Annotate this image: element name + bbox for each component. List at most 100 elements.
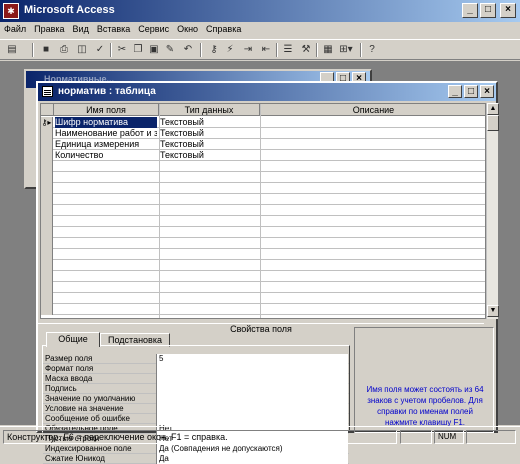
grid-vertical-scrollbar[interactable]: ▲ ▼	[486, 103, 499, 319]
field-name-cell[interactable]: Наименование работ и затр	[55, 128, 157, 139]
empty-table-row[interactable]	[41, 172, 485, 183]
menu-edit[interactable]: Правка	[30, 22, 68, 36]
empty-table-row[interactable]	[41, 249, 485, 260]
row-selector[interactable]	[41, 271, 53, 282]
scroll-down-arrow-icon[interactable]: ▼	[487, 305, 499, 317]
menu-window[interactable]: Окно	[173, 22, 202, 36]
row-selector[interactable]	[41, 249, 53, 260]
undo-icon[interactable]: ↶	[180, 42, 196, 58]
table-maximize-button[interactable]: □	[464, 85, 478, 98]
property-row[interactable]: Значение по умолчанию	[43, 394, 349, 404]
save-icon[interactable]: ■	[38, 42, 54, 58]
primary-key-icon[interactable]: ⚷	[206, 42, 222, 58]
primary-key-row-selector[interactable]: ⚷▸	[41, 117, 53, 128]
property-row[interactable]: Формат поля	[43, 364, 349, 374]
access-key-icon[interactable]: ✱	[3, 3, 19, 19]
row-selector[interactable]	[41, 238, 53, 249]
empty-table-row[interactable]	[41, 161, 485, 172]
property-value[interactable]	[156, 404, 348, 414]
empty-table-row[interactable]	[41, 227, 485, 238]
empty-table-row[interactable]	[41, 238, 485, 249]
data-type-cell[interactable]: Текстовый	[160, 128, 258, 139]
menu-file[interactable]: Файл	[0, 22, 30, 36]
paste-icon[interactable]: ▣	[146, 42, 162, 58]
row-selector[interactable]	[41, 161, 53, 172]
row-selector[interactable]	[41, 260, 53, 271]
database-window-icon[interactable]: ▦	[320, 42, 336, 58]
empty-table-row[interactable]	[41, 183, 485, 194]
property-value[interactable]	[156, 374, 348, 384]
preview-icon[interactable]: ◫	[74, 42, 90, 58]
column-header-description[interactable]: Описание	[260, 104, 485, 116]
data-type-cell[interactable]: Текстовый	[160, 150, 258, 161]
field-name-cell[interactable]: Шифр норматива	[55, 117, 157, 128]
property-value[interactable]	[156, 394, 348, 404]
tab-general[interactable]: Общие	[46, 332, 100, 347]
row-selector[interactable]	[41, 282, 53, 293]
empty-table-row[interactable]	[41, 282, 485, 293]
new-object-icon[interactable]: ⊞▾	[338, 42, 354, 58]
print-icon[interactable]: ⎙	[56, 42, 72, 58]
property-row[interactable]: Подпись	[43, 384, 349, 394]
property-value[interactable]	[156, 414, 348, 424]
empty-table-row[interactable]	[41, 293, 485, 304]
column-header-field-name[interactable]: Имя поля	[54, 104, 159, 116]
empty-table-row[interactable]	[41, 271, 485, 282]
row-selector[interactable]	[41, 139, 53, 150]
close-button[interactable]: ×	[500, 3, 516, 18]
copy-icon[interactable]: ❐	[130, 42, 146, 58]
data-type-cell[interactable]: Текстовый	[160, 117, 258, 128]
table-row[interactable]: Количество Текстовый	[41, 150, 485, 161]
property-row[interactable]: Условие на значение	[43, 404, 349, 414]
empty-table-row[interactable]	[41, 216, 485, 227]
empty-table-row[interactable]	[41, 205, 485, 216]
scrollbar-thumb[interactable]	[487, 115, 499, 131]
format-painter-icon[interactable]: ✎	[162, 42, 178, 58]
row-selector[interactable]	[41, 194, 53, 205]
row-selector[interactable]	[41, 172, 53, 183]
field-name-cell[interactable]: Количество	[55, 150, 157, 161]
row-selector[interactable]	[41, 216, 53, 227]
field-name-cell[interactable]: Единица измерения	[55, 139, 157, 150]
property-row[interactable]: Сжатие Юникод Да	[43, 454, 349, 464]
table-minimize-button[interactable]: _	[448, 85, 462, 98]
menu-tools[interactable]: Сервис	[134, 22, 173, 36]
build-icon[interactable]: ⚒	[298, 42, 314, 58]
row-selector[interactable]	[41, 150, 53, 161]
row-selector[interactable]	[41, 304, 53, 315]
properties-icon[interactable]: ☰	[280, 42, 296, 58]
row-selector[interactable]	[41, 293, 53, 304]
view-icon[interactable]: ▤	[4, 42, 20, 58]
delete-rows-icon[interactable]: ⇤	[258, 42, 274, 58]
menu-view[interactable]: Вид	[69, 22, 93, 36]
row-selector[interactable]	[41, 205, 53, 216]
scroll-up-arrow-icon[interactable]: ▲	[487, 103, 499, 115]
insert-rows-icon[interactable]: ⇥	[240, 42, 256, 58]
table-row[interactable]: Наименование работ и затр Текстовый	[41, 128, 485, 139]
help-icon[interactable]: ?	[364, 42, 380, 58]
row-selector[interactable]	[41, 128, 53, 139]
indexes-icon[interactable]: ⚡	[222, 42, 238, 58]
cut-icon[interactable]: ✂	[114, 42, 130, 58]
row-selector[interactable]	[41, 183, 53, 194]
maximize-button[interactable]: □	[480, 3, 496, 18]
minimize-button[interactable]: _	[462, 3, 478, 18]
spelling-icon[interactable]: ✓	[92, 42, 108, 58]
column-header-data-type[interactable]: Тип данных	[159, 104, 260, 116]
empty-table-row[interactable]	[41, 260, 485, 271]
data-type-cell[interactable]: Текстовый	[160, 139, 258, 150]
property-row[interactable]: Сообщение об ошибке	[43, 414, 349, 424]
property-value[interactable]	[156, 364, 348, 374]
row-selector[interactable]	[41, 227, 53, 238]
menu-help[interactable]: Справка	[202, 22, 245, 36]
table-close-button[interactable]: ×	[480, 85, 494, 98]
table-row[interactable]: Единица измерения Текстовый	[41, 139, 485, 150]
table-icon[interactable]	[42, 86, 53, 97]
table-row[interactable]: ⚷▸ Шифр норматива Текстовый	[41, 117, 485, 128]
property-value[interactable]: 5	[156, 354, 348, 364]
menu-insert[interactable]: Вставка	[93, 22, 134, 36]
property-value[interactable]	[156, 384, 348, 394]
property-row[interactable]: Размер поля 5	[43, 354, 349, 364]
field-grid[interactable]: Имя поля Тип данных Описание ⚷▸ Шифр нор…	[40, 103, 486, 319]
table-design-window[interactable]: норматив : таблица _ □ × Имя поля Тип да…	[36, 81, 499, 464]
